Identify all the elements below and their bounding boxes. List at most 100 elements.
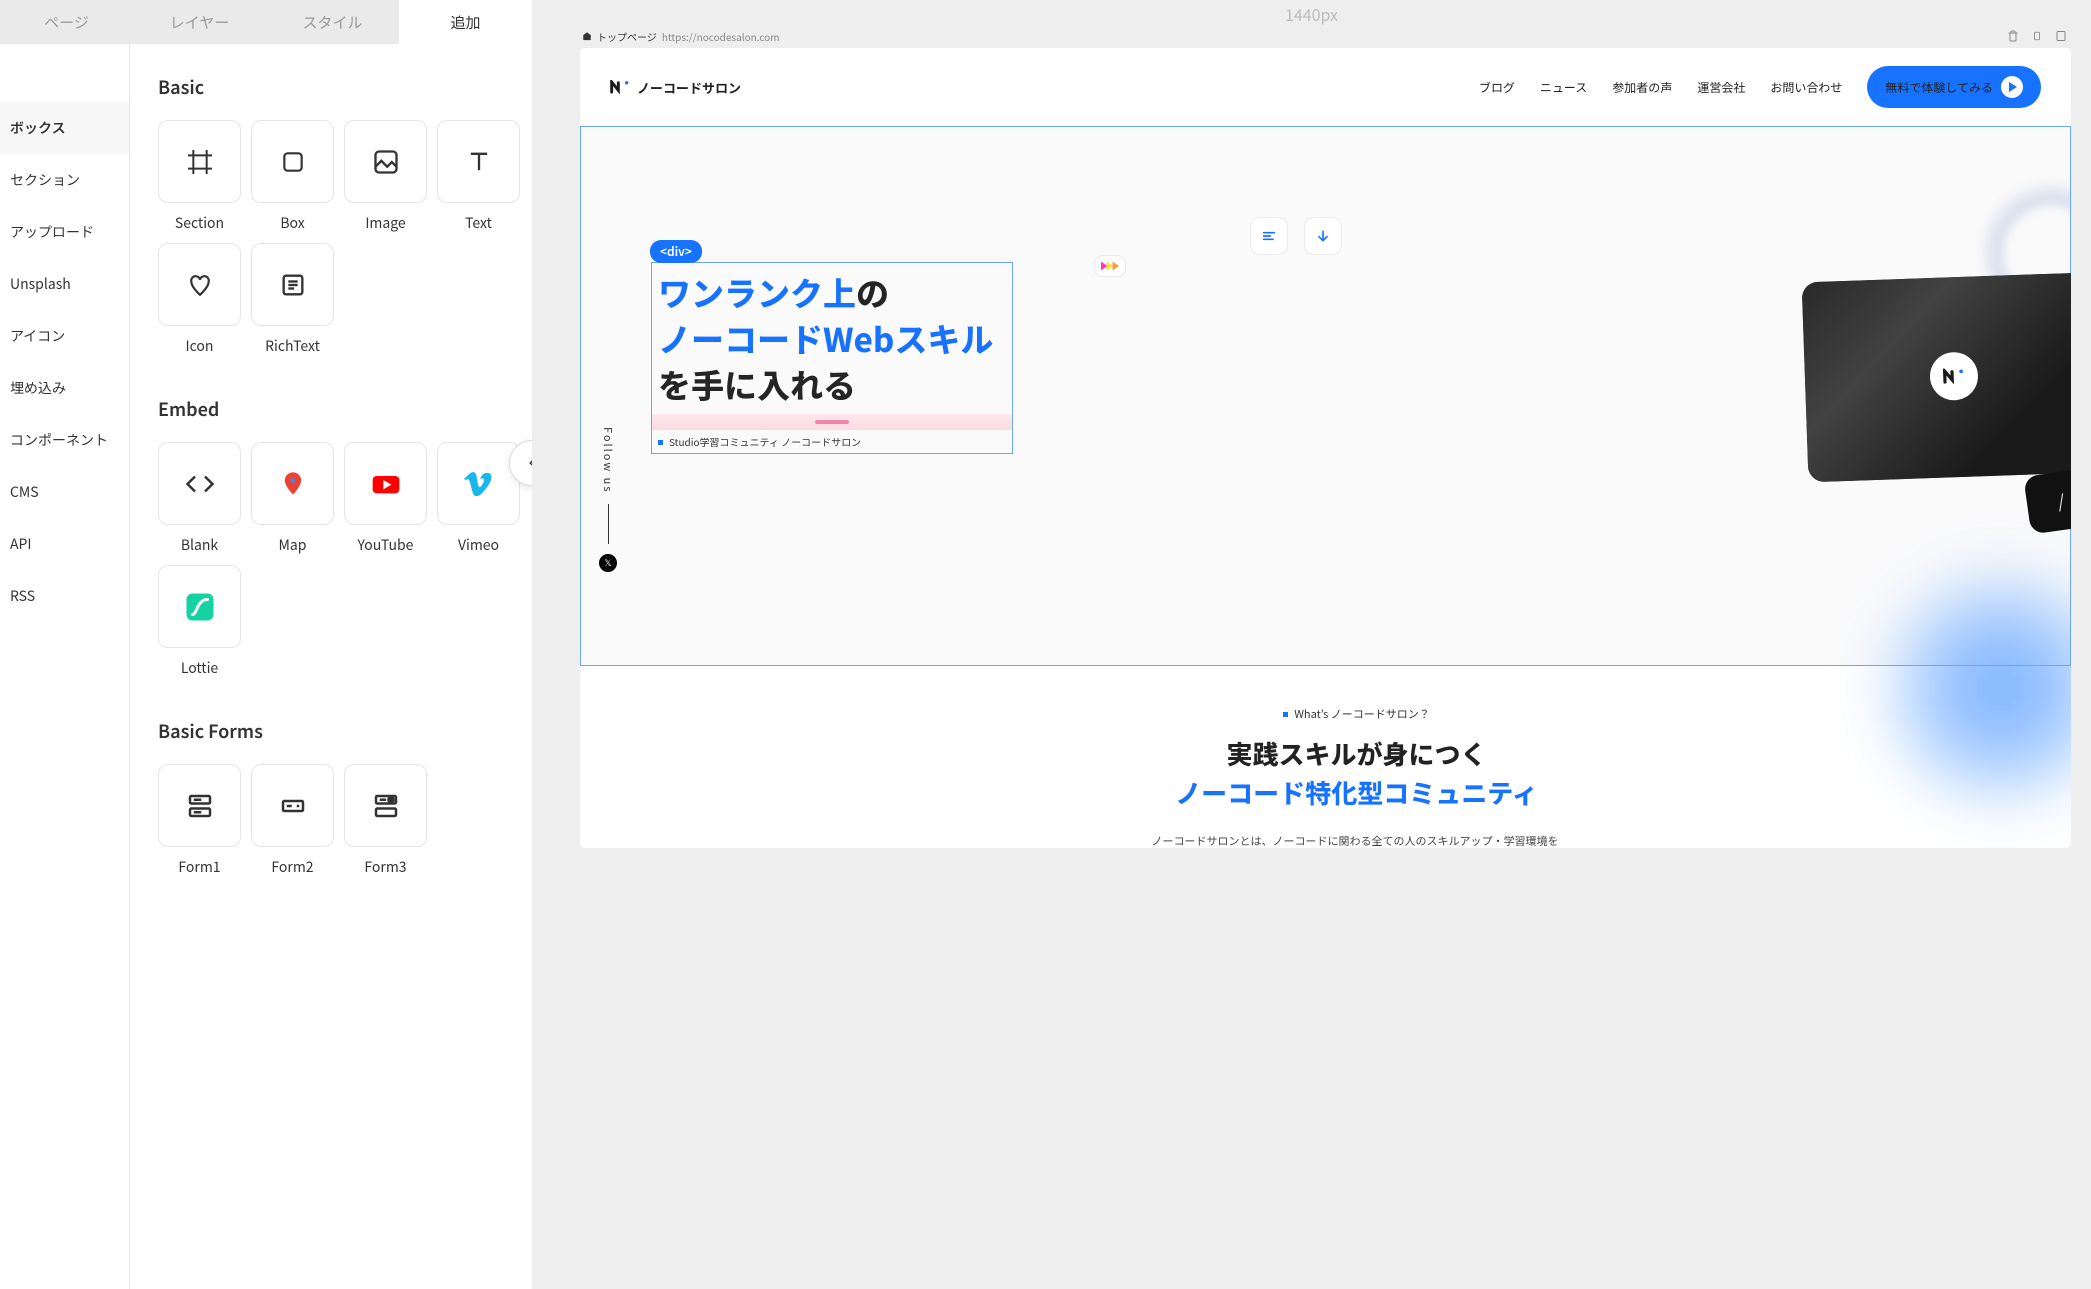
canvas-size-label: 1440px xyxy=(532,0,2091,26)
block-richtext[interactable] xyxy=(251,243,334,326)
block-form3[interactable] xyxy=(344,764,427,847)
category-list: ボックス セクション アップロード Unsplash アイコン 埋め込み コンポ… xyxy=(0,44,130,1289)
element-tag-label: <div> xyxy=(650,240,702,263)
tab-page[interactable]: ページ xyxy=(0,0,133,44)
block-vimeo[interactable] xyxy=(437,442,520,525)
left-panel: ページ レイヤー スタイル 追加 ボックス セクション アップロード Unspl… xyxy=(0,0,532,1289)
fast-forward-icon[interactable] xyxy=(1094,255,1126,277)
block-label: Blank xyxy=(158,535,241,555)
section-title-forms: Basic Forms xyxy=(158,718,522,744)
arrow-down-icon xyxy=(1315,228,1331,244)
trash-icon xyxy=(2007,30,2019,42)
logo-text: ノーコードサロン xyxy=(637,78,741,97)
block-label: Section xyxy=(158,213,241,233)
block-blank[interactable] xyxy=(158,442,241,525)
form3-icon xyxy=(371,791,401,821)
block-label: Image xyxy=(344,213,427,233)
keyboard-hint-card: / xyxy=(2023,468,2071,535)
intro-paragraph[interactable]: ノーコードサロンとは、ノーコードに関わる全ての人のスキルアップ・学習環境を作るべ… xyxy=(1152,832,1562,848)
category-cms[interactable]: CMS xyxy=(0,466,129,518)
margin-spacing[interactable] xyxy=(652,414,1012,430)
block-label: RichText xyxy=(251,336,334,356)
block-label: Icon xyxy=(158,336,241,356)
category-unsplash[interactable]: Unsplash xyxy=(0,258,129,310)
lottie-icon xyxy=(182,589,218,625)
image-icon xyxy=(372,148,400,176)
block-form2[interactable] xyxy=(251,764,334,847)
site-logo[interactable]: ノーコードサロン xyxy=(610,78,741,97)
category-api[interactable]: API xyxy=(0,518,129,570)
follow-us-label: Follow us xyxy=(600,427,616,494)
hero-title[interactable]: ワンランク上の ノーコードWebスキルを手に入れる xyxy=(652,263,1012,414)
vimeo-icon xyxy=(464,469,494,499)
block-label: Form3 xyxy=(344,857,427,877)
map-pin-icon xyxy=(279,470,307,498)
frame-delete-button[interactable] xyxy=(2005,28,2021,44)
nav-cta[interactable]: 無料で体験してみる xyxy=(1867,66,2041,108)
bullet-icon xyxy=(1283,712,1288,717)
items-area: Basic Section Box xyxy=(130,44,532,1289)
nav-news[interactable]: ニュース xyxy=(1540,79,1587,96)
form2-icon xyxy=(278,791,308,821)
youtube-icon xyxy=(370,468,402,500)
block-icon[interactable] xyxy=(158,243,241,326)
hero-section[interactable]: Follow us 𝕏 <div> xyxy=(580,126,2071,666)
frame-device-mobile[interactable] xyxy=(2029,28,2045,44)
block-label: Lottie xyxy=(158,658,241,678)
mobile-icon xyxy=(2032,30,2042,42)
section-icon xyxy=(184,146,216,178)
align-direction-button[interactable] xyxy=(1304,217,1342,255)
play-icon xyxy=(2001,76,2023,98)
follow-us: Follow us 𝕏 xyxy=(599,427,617,572)
section-title-embed: Embed xyxy=(158,396,522,422)
nav-blog[interactable]: ブログ xyxy=(1479,79,1515,96)
block-label: Form2 xyxy=(251,857,334,877)
hero-image-card[interactable] xyxy=(1802,272,2071,483)
block-label: Vimeo xyxy=(437,535,520,555)
align-left-icon xyxy=(1261,228,1277,244)
logo-mark-icon xyxy=(610,80,630,94)
block-label: YouTube xyxy=(344,535,427,555)
main-canvas: 1440px トップページ https://nocodesalon.com xyxy=(532,0,2091,1289)
tab-layer[interactable]: レイヤー xyxy=(133,0,266,44)
intro-section[interactable]: What’s ノーコードサロン？ 実践スキルが身につく ノーコード特化型コミュニ… xyxy=(580,666,2071,848)
category-upload[interactable]: アップロード xyxy=(0,206,129,258)
category-icon[interactable]: アイコン xyxy=(0,310,129,362)
richtext-icon xyxy=(279,271,307,299)
nav-company[interactable]: 運営会社 xyxy=(1697,79,1745,96)
tablet-icon xyxy=(2055,30,2067,42)
category-section[interactable]: セクション xyxy=(0,154,129,206)
text-icon xyxy=(465,148,493,176)
selected-element[interactable]: <div> ワンランク上の ノーコードWebスキルを手に入れる Studio学習… xyxy=(651,262,1013,454)
code-icon xyxy=(185,469,215,499)
block-map[interactable] xyxy=(251,442,334,525)
x-twitter-icon[interactable]: 𝕏 xyxy=(599,554,617,572)
block-label: Box xyxy=(251,213,334,233)
category-rss[interactable]: RSS xyxy=(0,570,129,622)
block-text[interactable] xyxy=(437,120,520,203)
category-component[interactable]: コンポーネント xyxy=(0,414,129,466)
block-box[interactable] xyxy=(251,120,334,203)
block-image[interactable] xyxy=(344,120,427,203)
spacing-handle[interactable] xyxy=(815,420,849,424)
block-section[interactable] xyxy=(158,120,241,203)
block-form1[interactable] xyxy=(158,764,241,847)
hero-subtitle[interactable]: Studio学習コミュニティ ノーコードサロン xyxy=(652,430,1012,453)
justify-start-button[interactable] xyxy=(1250,217,1288,255)
nav-voice[interactable]: 参加者の声 xyxy=(1612,79,1672,96)
intro-title[interactable]: 実践スキルが身につく ノーコード特化型コミュニティ xyxy=(680,734,2033,812)
frame-device-tablet[interactable] xyxy=(2053,28,2069,44)
nav-contact[interactable]: お問い合わせ xyxy=(1770,79,1842,96)
tab-style[interactable]: スタイル xyxy=(266,0,399,44)
site-header: ノーコードサロン ブログ ニュース 参加者の声 運営会社 お問い合わせ 無料で体… xyxy=(580,48,2071,126)
block-youtube[interactable] xyxy=(344,442,427,525)
canvas-frame[interactable]: ノーコードサロン ブログ ニュース 参加者の声 運営会社 お問い合わせ 無料で体… xyxy=(580,48,2071,848)
frame-page-url[interactable]: https://nocodesalon.com xyxy=(662,29,780,44)
form1-icon xyxy=(185,791,215,821)
tab-add[interactable]: 追加 xyxy=(399,0,532,44)
block-lottie[interactable] xyxy=(158,565,241,648)
category-embed[interactable]: 埋め込み xyxy=(0,362,129,414)
category-box[interactable]: ボックス xyxy=(0,102,129,154)
frame-page-name[interactable]: トップページ xyxy=(597,29,657,44)
keyboard-hint-key: / xyxy=(2056,488,2067,515)
